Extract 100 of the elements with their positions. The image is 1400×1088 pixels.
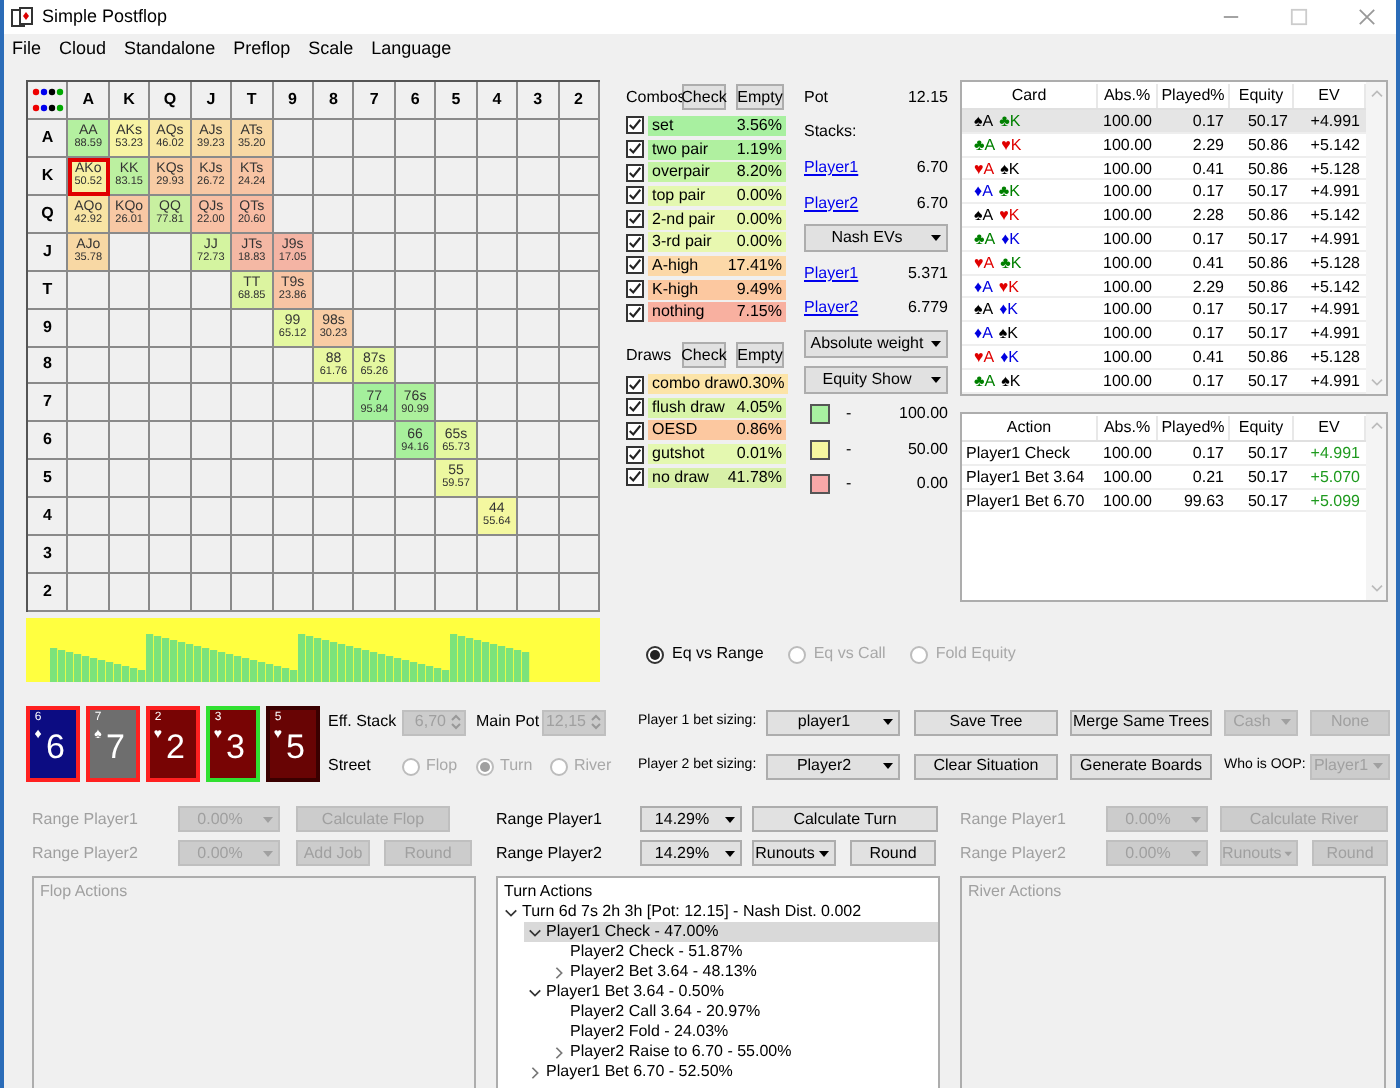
empty-cell[interactable] <box>559 498 600 537</box>
checkbox[interactable] <box>626 256 644 275</box>
tree-node[interactable]: Player2 Raise to 6.70 - 55.00% <box>548 1042 938 1062</box>
action-button[interactable]: Round <box>850 840 936 866</box>
empty-cell[interactable] <box>273 574 314 612</box>
empty-cell[interactable] <box>395 157 437 196</box>
empty-cell[interactable] <box>354 498 396 537</box>
empty-cell[interactable] <box>191 309 233 347</box>
empty-cell[interactable] <box>518 119 560 158</box>
equity-dropdown[interactable]: Equity Show <box>804 365 948 394</box>
empty-cell[interactable] <box>109 574 151 612</box>
empty-cell[interactable] <box>559 271 600 310</box>
table-row[interactable]: ♠A ♦K 100.00 0.17 50.17 +4.991 <box>962 298 1366 323</box>
empty-cell[interactable] <box>436 271 478 310</box>
checkbox[interactable] <box>626 163 644 182</box>
player-link[interactable]: Player1 <box>804 155 859 180</box>
tree-node[interactable]: Player2 Bet 3.64 - 48.13% <box>548 962 938 982</box>
menu-item[interactable]: Preflop <box>233 36 291 64</box>
empty-cell[interactable] <box>395 574 437 612</box>
table-row[interactable]: ♠A ♣K 100.00 0.17 50.17 +4.991 <box>962 110 1366 134</box>
empty-cell[interactable] <box>559 195 600 234</box>
empty-cell[interactable] <box>273 422 314 461</box>
tree-node[interactable]: Player1 Bet 6.70 - 52.50% <box>524 1062 938 1082</box>
empty-cell[interactable] <box>354 195 396 234</box>
scrollbar[interactable] <box>1366 414 1386 600</box>
empty-cell[interactable] <box>436 119 478 158</box>
empty-cell[interactable] <box>314 536 355 575</box>
empty-cell[interactable] <box>395 498 437 537</box>
empty-cell[interactable] <box>395 119 437 158</box>
empty-cell[interactable] <box>559 460 600 499</box>
checkbox[interactable] <box>626 233 644 252</box>
color-swatch[interactable] <box>810 404 830 425</box>
empty-cell[interactable] <box>191 347 233 385</box>
empty-cell[interactable] <box>109 271 151 310</box>
empty-cell[interactable] <box>477 384 519 423</box>
empty-cell[interactable] <box>273 536 314 575</box>
empty-cell[interactable] <box>150 574 192 612</box>
empty-cell[interactable] <box>436 157 478 196</box>
empty-cell[interactable] <box>395 271 437 310</box>
empty-cell[interactable] <box>518 536 560 575</box>
empty-cell[interactable] <box>150 498 192 537</box>
tree-node[interactable]: Player1 Bet 3.64 - 0.50% <box>524 982 938 1002</box>
empty-cell[interactable] <box>109 498 151 537</box>
menu-item[interactable]: Scale <box>308 36 354 64</box>
column-header[interactable]: Action <box>962 415 1098 439</box>
maximize-icon[interactable] <box>1289 8 1307 26</box>
empty-cell[interactable] <box>518 574 560 612</box>
empty-cell[interactable] <box>395 233 437 272</box>
tree-button[interactable]: Clear Situation <box>914 753 1058 779</box>
checkbox[interactable] <box>626 421 644 440</box>
range-dropdown[interactable]: 14.29% <box>640 840 742 866</box>
empty-cell[interactable] <box>559 157 600 196</box>
empty-cell[interactable] <box>518 233 560 272</box>
empty-cell[interactable] <box>109 460 151 499</box>
empty-cell[interactable] <box>68 498 110 537</box>
column-header[interactable]: Abs.% <box>1098 83 1158 107</box>
table-row[interactable]: ♣A ♦K 100.00 0.17 50.17 +4.991 <box>962 227 1366 252</box>
empty-cell[interactable] <box>518 460 560 499</box>
empty-cell[interactable] <box>518 271 560 310</box>
checkbox[interactable] <box>626 140 644 159</box>
player-link[interactable]: Player2 <box>804 191 859 216</box>
empty-cell[interactable] <box>68 422 110 461</box>
empty-cell[interactable] <box>354 460 396 499</box>
empty-cell[interactable] <box>559 119 600 158</box>
empty-cell[interactable] <box>150 347 192 385</box>
checkbox[interactable] <box>626 375 644 394</box>
empty-cell[interactable] <box>150 422 192 461</box>
empty-cell[interactable] <box>273 460 314 499</box>
menu-item[interactable]: Cloud <box>59 36 107 64</box>
empty-cell[interactable] <box>191 574 233 612</box>
table-row[interactable]: ♦A ♠K 100.00 0.17 50.17 +4.991 <box>962 322 1366 346</box>
checkbox[interactable] <box>626 116 644 135</box>
empty-cell[interactable] <box>109 536 151 575</box>
player-link[interactable]: Player1 <box>804 261 859 286</box>
empty-cell[interactable] <box>68 271 110 310</box>
tree-node[interactable]: Player2 Call 3.64 - 20.97% <box>548 1002 938 1022</box>
empty-cell[interactable] <box>232 422 274 461</box>
empty-cell[interactable] <box>477 271 519 310</box>
menu-item[interactable]: Language <box>371 36 452 64</box>
empty-cell[interactable] <box>314 574 355 612</box>
empty-cell[interactable] <box>273 384 314 423</box>
color-swatch[interactable] <box>810 439 830 460</box>
check-button[interactable]: Check <box>682 84 726 110</box>
empty-cell[interactable] <box>150 460 192 499</box>
tree-node[interactable]: Turn 6d 7s 2h 3h [Pot: 12.15] - Nash Dist. 0.002 <box>500 902 938 922</box>
empty-cell[interactable] <box>68 536 110 575</box>
table-row[interactable]: ♣A ♠K 100.00 0.17 50.17 +4.991 <box>962 369 1366 394</box>
column-header[interactable]: Abs.% <box>1098 415 1158 439</box>
tree-button[interactable]: Save Tree <box>914 709 1058 735</box>
empty-cell[interactable] <box>232 498 274 537</box>
empty-button[interactable]: Empty <box>736 342 784 369</box>
empty-cell[interactable] <box>518 347 560 385</box>
empty-button[interactable]: Empty <box>736 84 784 110</box>
empty-cell[interactable] <box>477 195 519 234</box>
empty-cell[interactable] <box>395 195 437 234</box>
checkbox[interactable] <box>626 186 644 205</box>
tree-node[interactable]: Player1 Check - 47.00% <box>524 922 938 942</box>
table-row[interactable]: ♥A ♦K 100.00 0.41 50.86 +5.128 <box>962 345 1366 370</box>
empty-cell[interactable] <box>518 309 560 347</box>
empty-cell[interactable] <box>314 422 355 461</box>
